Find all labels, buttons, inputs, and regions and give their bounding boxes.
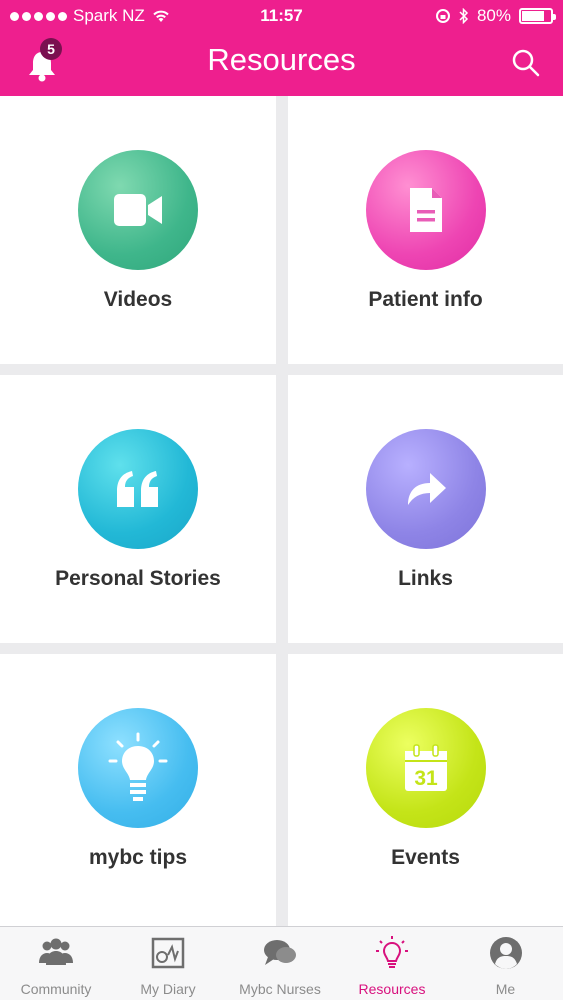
tab-resources[interactable]: Resources — [336, 927, 448, 1000]
quote-icon — [117, 471, 158, 507]
bluetooth-icon — [459, 8, 469, 24]
tile-personal-stories[interactable]: Personal Stories — [0, 375, 276, 643]
videos-circle — [78, 150, 198, 270]
community-icon — [39, 938, 73, 965]
events-circle: 31 — [365, 708, 486, 828]
calendar-icon: 31 — [404, 744, 447, 791]
rotation-lock-icon — [435, 9, 450, 23]
tile-mybc-tips[interactable]: mybc tips — [0, 654, 276, 926]
tile-label: Videos — [103, 288, 173, 311]
tile-label: mybc tips — [88, 846, 188, 869]
search-button[interactable] — [511, 48, 541, 78]
tab-label: My Diary — [140, 981, 196, 997]
profile-icon — [489, 937, 522, 969]
tab-label: Mybc Nurses — [239, 981, 321, 997]
tab-label: Community — [20, 981, 92, 997]
tab-community[interactable]: Community — [0, 927, 112, 1000]
tab-my-diary[interactable]: My Diary — [112, 927, 224, 1000]
status-bar: Spark NZ 11:57 80% — [0, 0, 563, 32]
tile-events[interactable]: 31 Events — [288, 654, 563, 926]
tile-links[interactable]: Links — [288, 375, 563, 643]
tab-label: Resources — [358, 981, 426, 997]
app-header: Spark NZ 11:57 80% 5 Resources — [0, 0, 563, 96]
search-icon — [512, 49, 540, 77]
diary-icon — [151, 937, 185, 969]
battery-level — [522, 11, 545, 21]
nav-bar: 5 Resources — [0, 32, 563, 96]
video-camera-icon — [114, 194, 162, 226]
status-right: 80% — [435, 6, 556, 26]
calendar-day: 31 — [414, 767, 438, 790]
resources-grid: Videos Patient info Personal Stories Lin… — [0, 96, 563, 926]
battery-icon — [519, 8, 556, 24]
tile-label: Events — [391, 846, 460, 869]
document-icon — [409, 188, 442, 232]
tab-label: Me — [495, 981, 516, 997]
share-arrow-icon — [407, 473, 446, 505]
mybc-tips-circle — [78, 708, 198, 828]
chat-bubbles-icon — [264, 940, 296, 965]
lightbulb-icon — [376, 936, 408, 968]
tile-label: Links — [398, 567, 453, 590]
links-circle — [365, 429, 486, 549]
tab-mybc-nurses[interactable]: Mybc Nurses — [224, 927, 336, 1000]
tab-me[interactable]: Me — [448, 927, 563, 1000]
page-title: Resources — [207, 42, 356, 77]
tile-label: Personal Stories — [55, 567, 221, 590]
tile-patient-info[interactable]: Patient info — [288, 96, 563, 364]
tab-bar: Community My Diary Mybc Nurses Resources — [0, 926, 563, 1000]
patient-info-circle — [365, 150, 486, 270]
lightbulb-icon — [108, 732, 168, 801]
tile-label: Patient info — [368, 288, 483, 311]
battery-percent: 80% — [476, 6, 511, 25]
personal-stories-circle — [78, 429, 198, 549]
tile-videos[interactable]: Videos — [0, 96, 276, 364]
